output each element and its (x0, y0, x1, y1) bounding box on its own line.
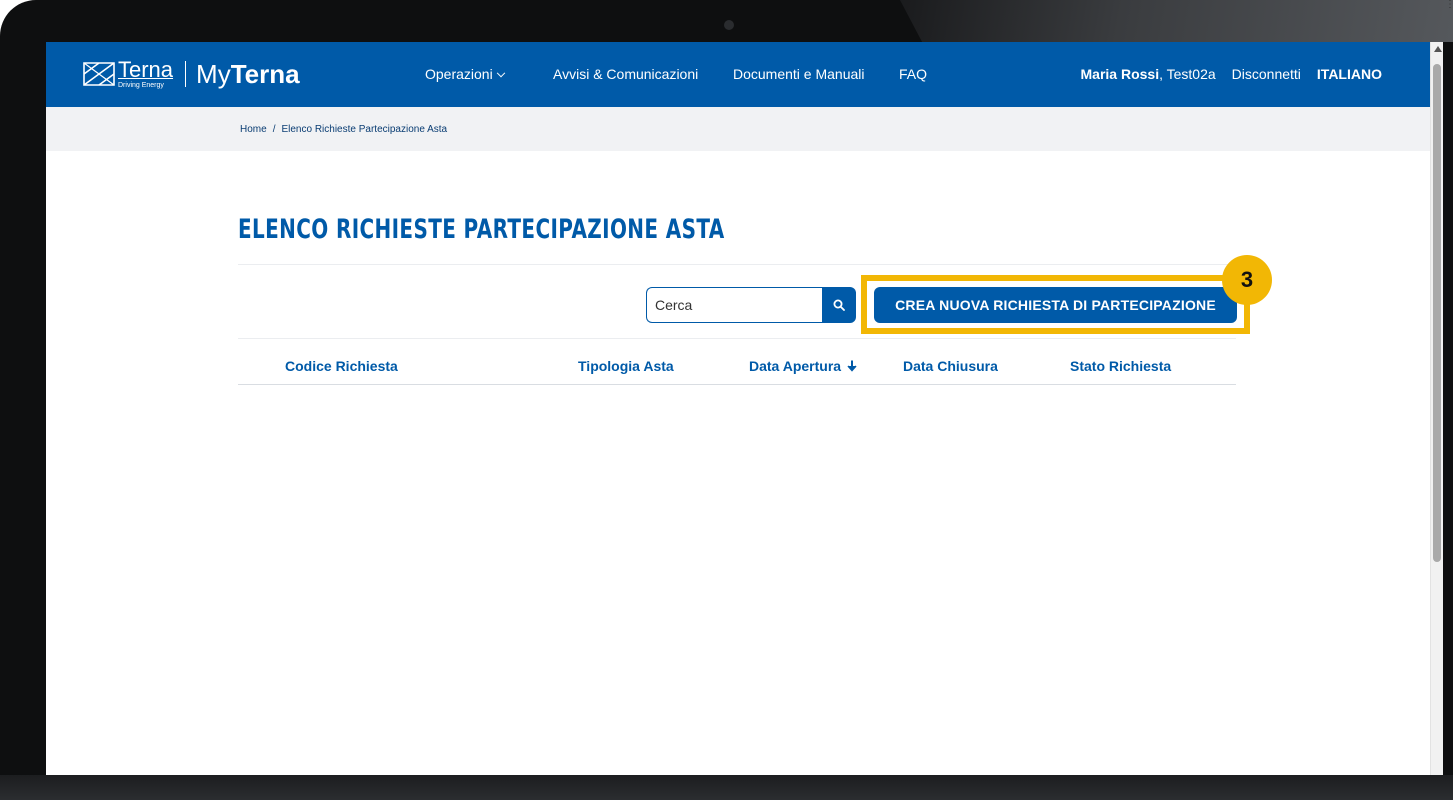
arrow-down-icon (847, 360, 857, 372)
breadcrumb-current: Elenco Richieste Partecipazione Asta (281, 124, 448, 135)
webcam (724, 20, 734, 30)
logo-divider (185, 61, 187, 87)
breadcrumb-bar: Home / Elenco Richieste Partecipazione Ast… (46, 107, 1430, 151)
column-header-stato[interactable]: Stato Richiesta (1070, 358, 1171, 374)
nav-label: Documenti e Manuali (733, 66, 865, 82)
myterna-logo[interactable]: Terna Driving Energy MyTerna (82, 56, 300, 92)
terna-wordmark: Terna Driving Energy (118, 57, 174, 90)
myterna-wordmark: MyTerna (196, 59, 300, 90)
search-box (646, 287, 856, 323)
nav-item-avvisi[interactable]: Avvisi & Comunicazioni (553, 66, 698, 82)
column-header-data-apertura[interactable]: Data Apertura (749, 358, 857, 374)
table-header-divider (238, 384, 1236, 385)
bezel-glare (900, 0, 1453, 42)
page-title: ELENCO RICHIESTE PARTECIPAZIONE ASTA (238, 214, 725, 245)
user-name: Maria Rossi (1080, 66, 1160, 82)
logo-terna-text: Terna (230, 58, 300, 89)
user-account[interactable]: Maria Rossi, Test02a (1081, 66, 1216, 82)
logo-my-text: My (196, 58, 231, 89)
nav-item-operazioni[interactable]: Operazioni (425, 66, 505, 82)
overflow-dots-icon: ⋮ (1445, 0, 1453, 10)
nav-label: Avvisi & Comunicazioni (553, 66, 699, 82)
breadcrumb-separator: / (272, 124, 276, 135)
vertical-scrollbar[interactable] (1430, 42, 1443, 775)
step-number-badge: 3 (1222, 255, 1272, 305)
browser-viewport: Terna Driving Energy MyTerna Operazioni … (46, 42, 1430, 775)
terna-tagline: Driving Energy (118, 82, 164, 89)
search-icon (833, 299, 845, 311)
toolbar-divider (238, 338, 1236, 339)
nav-label: FAQ (899, 66, 928, 82)
scroll-up-arrow-icon[interactable] (1434, 46, 1442, 52)
nav-item-faq[interactable]: FAQ (899, 66, 927, 82)
language-selector[interactable]: ITALIANO (1317, 66, 1382, 82)
column-label: Tipologia Asta (578, 358, 674, 374)
column-label: Codice Richiesta (285, 358, 398, 374)
terna-brand-text: Terna (118, 57, 174, 82)
language-label: ITALIANO (1316, 66, 1382, 82)
laptop-bottom-edge (0, 775, 1453, 800)
search-input[interactable] (646, 287, 822, 323)
user-area: Maria Rossi, Test02a Disconnetti ITALIAN… (1081, 66, 1383, 82)
column-header-tipologia[interactable]: Tipologia Asta (578, 358, 674, 374)
scrollbar-thumb[interactable] (1433, 64, 1441, 562)
terna-pylon-icon (83, 62, 115, 86)
column-label: Data Chiusura (903, 358, 998, 374)
user-code: , Test02a (1159, 66, 1216, 82)
title-divider (238, 264, 1236, 265)
chevron-down-icon (496, 68, 505, 78)
create-request-button[interactable]: CREA NUOVA RICHIESTA DI PARTECIPAZIONE (874, 287, 1237, 323)
nav-item-documenti[interactable]: Documenti e Manuali (733, 66, 865, 82)
column-header-data-chiusura[interactable]: Data Chiusura (903, 358, 998, 374)
column-label: Data Apertura (749, 358, 842, 374)
top-navigation-bar: Terna Driving Energy MyTerna Operazioni … (46, 42, 1430, 107)
logout-link[interactable]: Disconnetti (1232, 66, 1301, 82)
search-button[interactable] (822, 287, 856, 323)
column-label: Stato Richiesta (1070, 358, 1172, 374)
breadcrumb: Home / Elenco Richieste Partecipazione Ast… (240, 124, 447, 135)
breadcrumb-home-link[interactable]: Home (240, 124, 267, 135)
nav-label: Operazioni (425, 66, 493, 82)
column-header-codice[interactable]: Codice Richiesta (285, 358, 398, 374)
